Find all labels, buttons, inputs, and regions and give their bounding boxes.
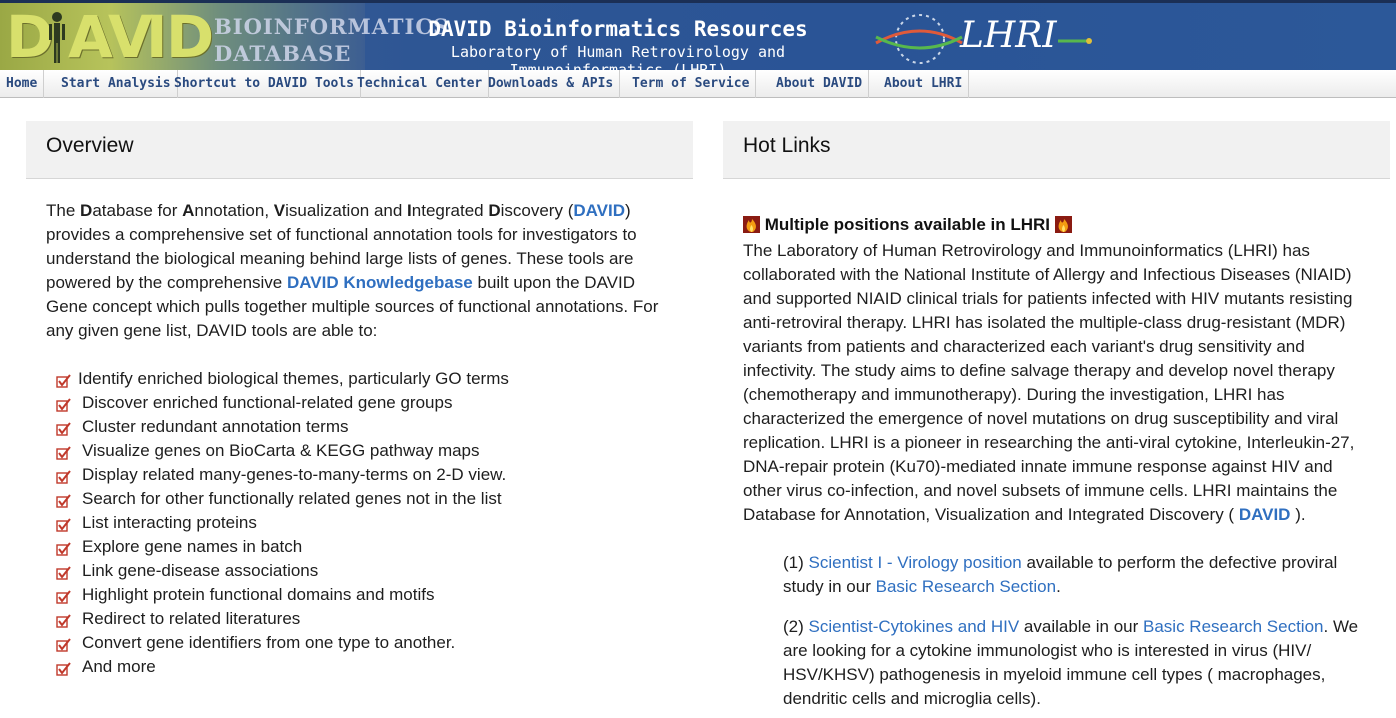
scientist-cytokines-link[interactable]: Scientist-Cytokines and HIV <box>809 617 1020 636</box>
feature-text: Highlight protein functional domains and… <box>82 585 435 604</box>
intro-text: isualization and <box>285 201 408 220</box>
human-figure-icon <box>49 12 65 63</box>
checkbox-checked-icon <box>56 638 71 652</box>
logo-letter: D <box>166 3 215 70</box>
feature-text: And more <box>82 657 156 676</box>
checkbox-checked-icon <box>56 374 71 388</box>
checkbox-checked-icon <box>56 422 71 436</box>
checkbox-checked-icon <box>56 398 71 412</box>
list-item: Redirect to related literatures <box>54 607 694 631</box>
checkbox-checked-icon <box>56 518 71 532</box>
site-title: DAVID Bioinformatics Resources <box>428 17 808 41</box>
fire-icon <box>1054 216 1072 233</box>
position-1: (1) Scientist I - Virology position avai… <box>783 551 1363 599</box>
checkbox-checked-icon <box>56 614 71 628</box>
logo-letter: A <box>68 3 113 70</box>
list-item: Convert gene identifiers from one type t… <box>54 631 694 655</box>
feature-text: Explore gene names in batch <box>82 537 303 556</box>
list-item: Identify enriched biological themes, par… <box>54 367 694 391</box>
overview-intro: The Database for Annotation, Visualizati… <box>46 199 676 343</box>
hot-links-title: Multiple positions available in LHRI <box>743 215 1072 235</box>
logo-letter: I <box>146 3 168 70</box>
list-item: Search for other functionally related ge… <box>54 487 694 511</box>
david-logo[interactable]: D A V I D BIOINFORMATICS DATABASE <box>0 3 448 70</box>
hot-links-heading: Hot Links <box>723 121 1390 179</box>
logo-subtitle: DATABASE <box>214 41 352 66</box>
hot-links-body-end: ). <box>1290 505 1306 524</box>
list-item: List interacting proteins <box>54 511 694 535</box>
intro-text: iscovery ( <box>500 201 574 220</box>
intro-text: nnotation, <box>194 201 274 220</box>
david-knowledgebase-link[interactable]: DAVID Knowledgebase <box>287 273 473 292</box>
feature-text: Cluster redundant annotation terms <box>82 417 349 436</box>
intro-letter: D <box>488 201 501 220</box>
hot-links-body: The Laboratory of Human Retrovirology an… <box>743 239 1368 527</box>
david-link[interactable]: DAVID <box>573 201 625 220</box>
list-item: Explore gene names in batch <box>54 535 694 559</box>
nav-term-of-service[interactable]: Term of Service <box>626 70 757 98</box>
hot-links-body-text: The Laboratory of Human Retrovirology an… <box>743 241 1355 524</box>
checkbox-checked-icon <box>56 470 71 484</box>
scientist-virology-link[interactable]: Scientist I - Virology position <box>809 553 1022 572</box>
feature-text: List interacting proteins <box>82 513 257 532</box>
nav-about-lhri[interactable]: About LHRI <box>878 70 970 98</box>
basic-research-section-link[interactable]: Basic Research Section <box>1143 617 1323 636</box>
feature-text: Redirect to related literatures <box>82 609 301 628</box>
checkbox-checked-icon <box>56 494 71 508</box>
site-subtitle: Laboratory of Human Retrovirology and Im… <box>450 43 786 70</box>
intro-text: The <box>46 201 81 220</box>
checkbox-checked-icon <box>56 662 71 676</box>
nav-about-david[interactable]: About DAVID <box>770 70 870 98</box>
feature-list: Identify enriched biological themes, par… <box>54 367 694 679</box>
feature-text: Link gene-disease associations <box>82 561 319 580</box>
fire-icon <box>743 216 760 233</box>
list-item: And more <box>54 655 694 679</box>
list-item: Cluster redundant annotation terms <box>54 415 694 439</box>
position-text: . <box>1056 577 1061 596</box>
checkbox-checked-icon <box>56 590 71 604</box>
list-item: Visualize genes on BioCarta & KEGG pathw… <box>54 439 694 463</box>
header-banner: D A V I D BIOINFORMATICS DATABASE DAVID … <box>0 0 1396 70</box>
nav-downloads-apis[interactable]: Downloads & APIs <box>482 70 621 98</box>
position-2: (2) Scientist-Cytokines and HIV availabl… <box>783 615 1363 711</box>
feature-text: Identify enriched biological themes, par… <box>78 369 509 388</box>
intro-letter: V <box>273 201 286 220</box>
lhri-logo-text: LHRI <box>960 15 1057 56</box>
list-item: Discover enriched functional-related gen… <box>54 391 694 415</box>
feature-text: Convert gene identifiers from one type t… <box>82 633 456 652</box>
position-text: available in our <box>1019 617 1144 636</box>
nav-technical-center[interactable]: Technical Center <box>351 70 490 98</box>
feature-text: Discover enriched functional-related gen… <box>82 393 453 412</box>
david-link[interactable]: DAVID <box>1239 505 1291 524</box>
checkbox-checked-icon <box>56 542 71 556</box>
feature-text: Display related many-genes-to-many-terms… <box>82 465 507 484</box>
hot-links-title-text: Multiple positions available in LHRI <box>764 215 1050 234</box>
intro-text: atabase for <box>92 201 183 220</box>
intro-letter: A <box>182 201 195 220</box>
checkbox-checked-icon <box>56 446 71 460</box>
intro-text: ntegrated <box>411 201 489 220</box>
list-item: Link gene-disease associations <box>54 559 694 583</box>
nav-home[interactable]: Home <box>0 70 45 98</box>
list-item: Display related many-genes-to-many-terms… <box>54 463 694 487</box>
overview-heading: Overview <box>26 121 693 179</box>
nav-shortcut-tools[interactable]: Shortcut to DAVID Tools <box>168 70 362 98</box>
position-number: (2) <box>783 617 809 636</box>
feature-text: Search for other functionally related ge… <box>82 489 502 508</box>
feature-text: Visualize genes on BioCarta & KEGG pathw… <box>82 441 480 460</box>
intro-letter: D <box>80 201 93 220</box>
list-item: Highlight protein functional domains and… <box>54 583 694 607</box>
checkbox-checked-icon <box>56 566 71 580</box>
basic-research-section-link[interactable]: Basic Research Section <box>876 577 1056 596</box>
nav-start-analysis[interactable]: Start Analysis <box>55 70 178 98</box>
main-nav: Home Start Analysis Shortcut to DAVID To… <box>0 70 1396 98</box>
position-number: (1) <box>783 553 809 572</box>
